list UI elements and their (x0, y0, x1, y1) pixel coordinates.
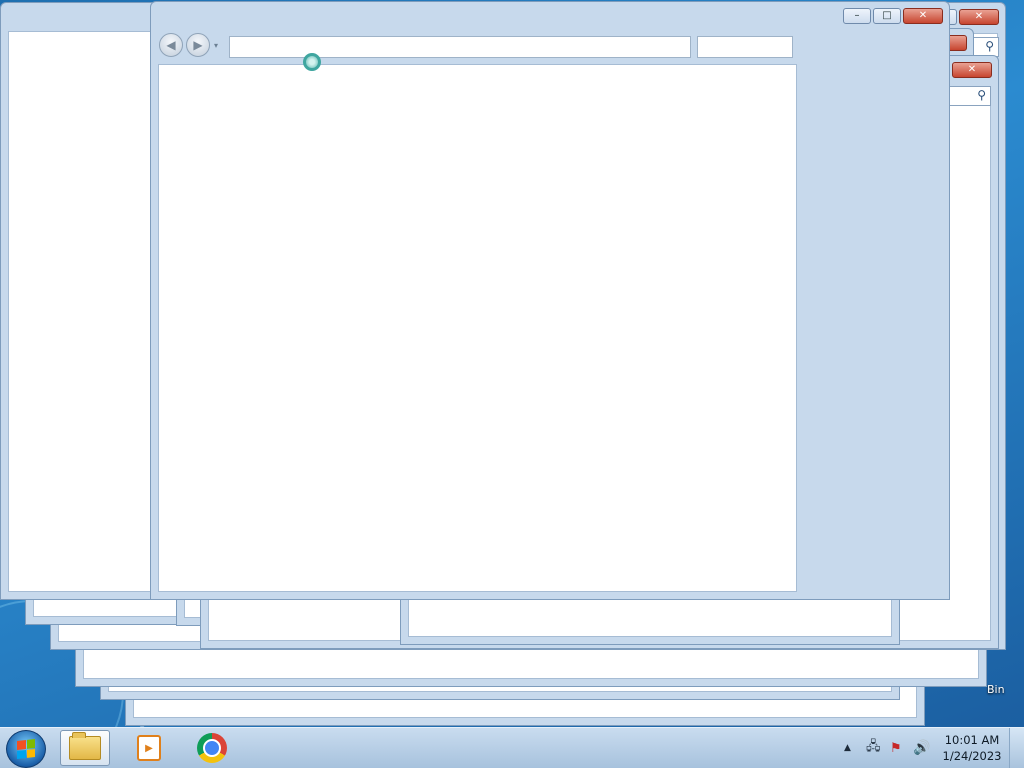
close-button[interactable]: ✕ (952, 62, 992, 78)
media-player-icon: ▶ (137, 735, 161, 761)
window-client-area (8, 31, 159, 592)
show-hidden-icons-icon[interactable]: ▲ (844, 728, 851, 768)
left-window[interactable] (0, 2, 160, 600)
minimize-icon: – (854, 10, 860, 21)
windows-start-orb-icon[interactable] (6, 730, 46, 768)
close-icon: ✕ (918, 10, 928, 21)
address-bar[interactable] (229, 36, 691, 58)
taskbar-windows-explorer[interactable] (60, 730, 110, 766)
taskbar-media-player[interactable]: ▶ (132, 730, 166, 766)
back-arrow-icon: ◀ (166, 38, 176, 52)
network-icon[interactable]: 🖧 (866, 728, 881, 768)
maximize-button[interactable]: □ (873, 8, 901, 24)
desktop: Bin □ ✕ ⚲ – □ ✕ – □ (0, 0, 1024, 728)
navigation-buttons: ◀ ▶ ▾ (159, 33, 218, 57)
system-clock[interactable]: 10:01 AM 1/24/2023 (940, 732, 1004, 764)
action-center-flag-icon[interactable]: ⚑ (890, 728, 902, 768)
maximize-icon: □ (882, 10, 892, 21)
taskbar: ▶ ▲ 🖧 ⚑ 🔊 10:01 AM 1/24/2023 (0, 727, 1024, 768)
back-button[interactable]: ◀ (159, 33, 183, 57)
caption-buttons: – □ ✕ (843, 8, 943, 24)
close-button[interactable]: ✕ (959, 9, 999, 25)
close-button[interactable]: ✕ (903, 8, 943, 24)
windows-logo-icon (17, 739, 35, 759)
search-icon: ⚲ (985, 39, 994, 53)
forward-arrow-icon: ▶ (193, 38, 203, 52)
recycle-bin-label[interactable]: Bin (987, 683, 1005, 696)
forward-button[interactable]: ▶ (186, 33, 210, 57)
search-icon: ⚲ (977, 88, 986, 102)
chrome-icon (197, 733, 227, 763)
minimize-button[interactable]: – (843, 8, 871, 24)
clock-date: 1/24/2023 (942, 749, 1002, 763)
folder-icon (69, 732, 101, 760)
clock-time: 10:01 AM (944, 733, 1000, 747)
close-icon: ✕ (967, 64, 977, 75)
close-icon: ✕ (974, 11, 984, 22)
volume-icon[interactable]: 🔊 (913, 728, 930, 768)
search-input[interactable] (697, 36, 793, 58)
taskbar-google-chrome[interactable] (192, 730, 232, 766)
busy-cursor-icon (303, 53, 321, 71)
show-desktop-button[interactable] (1009, 728, 1024, 768)
front-window[interactable]: – □ ✕ ◀ ▶ ▾ (150, 1, 950, 600)
window-client-area (158, 64, 797, 592)
history-dropdown-icon[interactable]: ▾ (214, 41, 218, 50)
